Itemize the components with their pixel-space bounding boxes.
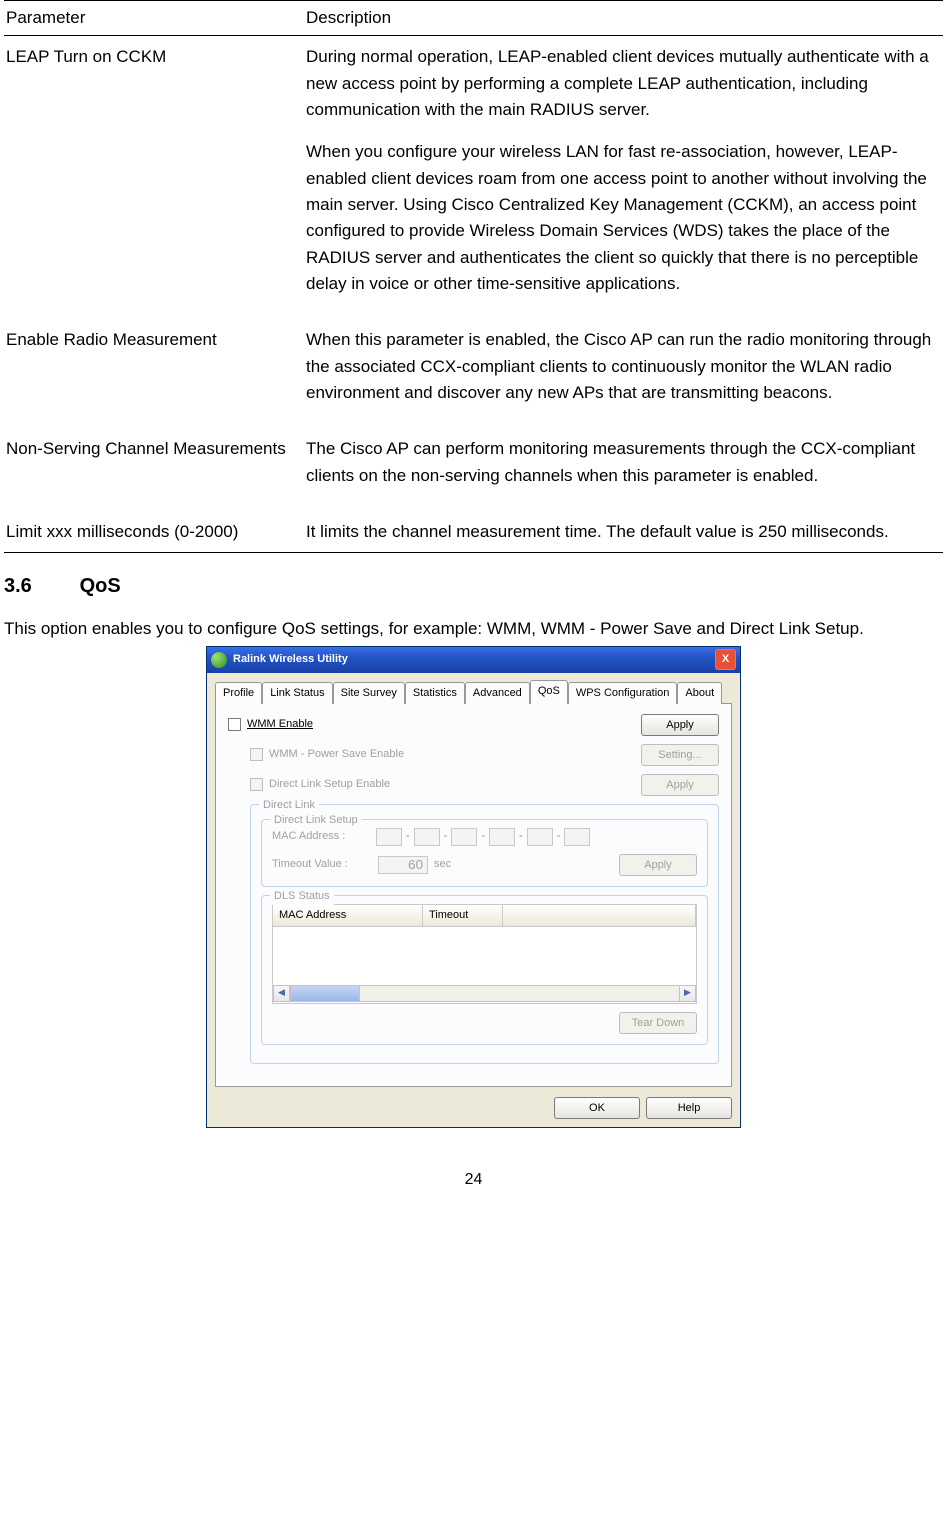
direct-link-setup-group: Direct Link Setup MAC Address : - - - - …: [261, 819, 708, 887]
mac-address-row: MAC Address : - - - - -: [272, 828, 697, 846]
help-button[interactable]: Help: [646, 1097, 732, 1119]
col-empty: [503, 905, 696, 926]
param-desc: The Cisco AP can perform monitoring meas…: [304, 428, 943, 511]
col-parameter: Parameter: [4, 1, 304, 36]
col-description: Description: [304, 1, 943, 36]
timeout-input: [378, 856, 428, 874]
param-name: Enable Radio Measurement: [4, 319, 304, 428]
param-desc: During normal operation, LEAP-enabled cl…: [304, 36, 943, 320]
direct-link-group: Direct Link Direct Link Setup MAC Addres…: [250, 804, 719, 1064]
tab-link-status[interactable]: Link Status: [262, 682, 332, 704]
checkbox-icon: [250, 748, 263, 761]
mac-field-2: [414, 828, 440, 846]
tab-profile[interactable]: Profile: [215, 682, 262, 704]
tear-down-button: Tear Down: [619, 1012, 697, 1034]
param-desc: It limits the channel measurement time. …: [304, 511, 943, 552]
horizontal-scrollbar[interactable]: ◀ ▶: [273, 985, 696, 1002]
scroll-right-icon[interactable]: ▶: [679, 985, 696, 1002]
table-row: Limit xxx milliseconds (0-2000) It limit…: [4, 511, 943, 552]
section-number: 3.6: [4, 571, 74, 602]
timeout-unit: sec: [434, 856, 451, 873]
scroll-track[interactable]: [360, 985, 679, 1002]
direct-link-setup-checkbox: Direct Link Setup Enable: [228, 776, 641, 793]
tab-strip: Profile Link Status Site Survey Statisti…: [215, 681, 732, 703]
dls-status-group: DLS Status MAC Address Timeout ◀ ▶: [261, 895, 708, 1045]
group-title: DLS Status: [270, 888, 334, 905]
col-timeout[interactable]: Timeout: [423, 905, 503, 926]
section-heading: 3.6 QoS: [4, 571, 943, 602]
table-row: Non-Serving Channel Measurements The Cis…: [4, 428, 943, 511]
tab-advanced[interactable]: Advanced: [465, 682, 530, 704]
mac-field-1: [376, 828, 402, 846]
timeout-row: Timeout Value : sec Apply: [272, 854, 697, 876]
intro-paragraph: This option enables you to configure QoS…: [4, 616, 943, 642]
mac-field-5: [527, 828, 553, 846]
window-title: Ralink Wireless Utility: [233, 651, 715, 668]
timeout-label: Timeout Value :: [272, 856, 372, 873]
apply-button[interactable]: Apply: [641, 714, 719, 736]
mac-field-4: [489, 828, 515, 846]
close-icon[interactable]: X: [715, 649, 736, 670]
param-name: Non-Serving Channel Measurements: [4, 428, 304, 511]
scroll-thumb[interactable]: [290, 985, 360, 1002]
tab-about[interactable]: About: [677, 682, 722, 704]
apply-button-timeout: Apply: [619, 854, 697, 876]
apply-button-dls: Apply: [641, 774, 719, 796]
dls-list: MAC Address Timeout ◀ ▶: [272, 904, 697, 1004]
col-mac[interactable]: MAC Address: [273, 905, 423, 926]
app-icon: [211, 652, 227, 668]
list-body: [273, 927, 696, 985]
mac-label: MAC Address :: [272, 828, 372, 845]
table-row: LEAP Turn on CCKM During normal operatio…: [4, 36, 943, 320]
mac-field-6: [564, 828, 590, 846]
group-title: Direct Link Setup: [270, 812, 362, 829]
titlebar: Ralink Wireless Utility X: [207, 647, 740, 673]
parameter-table: Parameter Description LEAP Turn on CCKM …: [4, 0, 943, 553]
param-name: Limit xxx milliseconds (0-2000): [4, 511, 304, 552]
param-desc: When this parameter is enabled, the Cisc…: [304, 319, 943, 428]
page-number: 24: [4, 1168, 943, 1193]
tab-site-survey[interactable]: Site Survey: [333, 682, 405, 704]
wmm-powersave-checkbox: WMM - Power Save Enable: [228, 746, 641, 763]
tab-panel: WMM Enable Apply WMM - Power Save Enable…: [215, 703, 732, 1087]
tab-statistics[interactable]: Statistics: [405, 682, 465, 704]
section-title: QoS: [80, 575, 121, 597]
mac-field-3: [451, 828, 477, 846]
wmm-enable-checkbox[interactable]: WMM Enable: [228, 716, 641, 733]
checkbox-icon: [250, 778, 263, 791]
app-window: Ralink Wireless Utility X Profile Link S…: [206, 646, 741, 1128]
scroll-left-icon[interactable]: ◀: [273, 985, 290, 1002]
checkbox-icon: [228, 718, 241, 731]
tab-qos[interactable]: QoS: [530, 680, 568, 704]
setting-button: Setting...: [641, 744, 719, 766]
tab-wps[interactable]: WPS Configuration: [568, 682, 678, 704]
param-name: LEAP Turn on CCKM: [4, 36, 304, 320]
ok-button[interactable]: OK: [554, 1097, 640, 1119]
table-row: Enable Radio Measurement When this param…: [4, 319, 943, 428]
